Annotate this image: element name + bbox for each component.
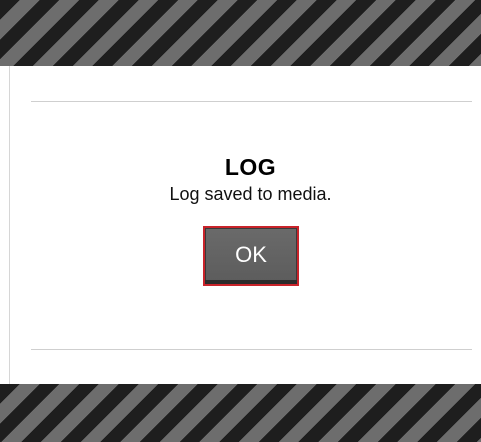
dialog-divider-top	[31, 101, 472, 102]
screen: LOG Log saved to media. OK	[0, 0, 481, 442]
dialog-title: LOG	[224, 154, 277, 180]
dialog-edge	[9, 66, 10, 384]
dialog-divider-bottom	[31, 349, 472, 350]
hazard-stripe-header	[0, 0, 481, 66]
dialog-message: Log saved to media.	[169, 184, 332, 204]
hazard-stripe-footer	[0, 384, 481, 442]
ok-button[interactable]: OK	[203, 226, 299, 286]
